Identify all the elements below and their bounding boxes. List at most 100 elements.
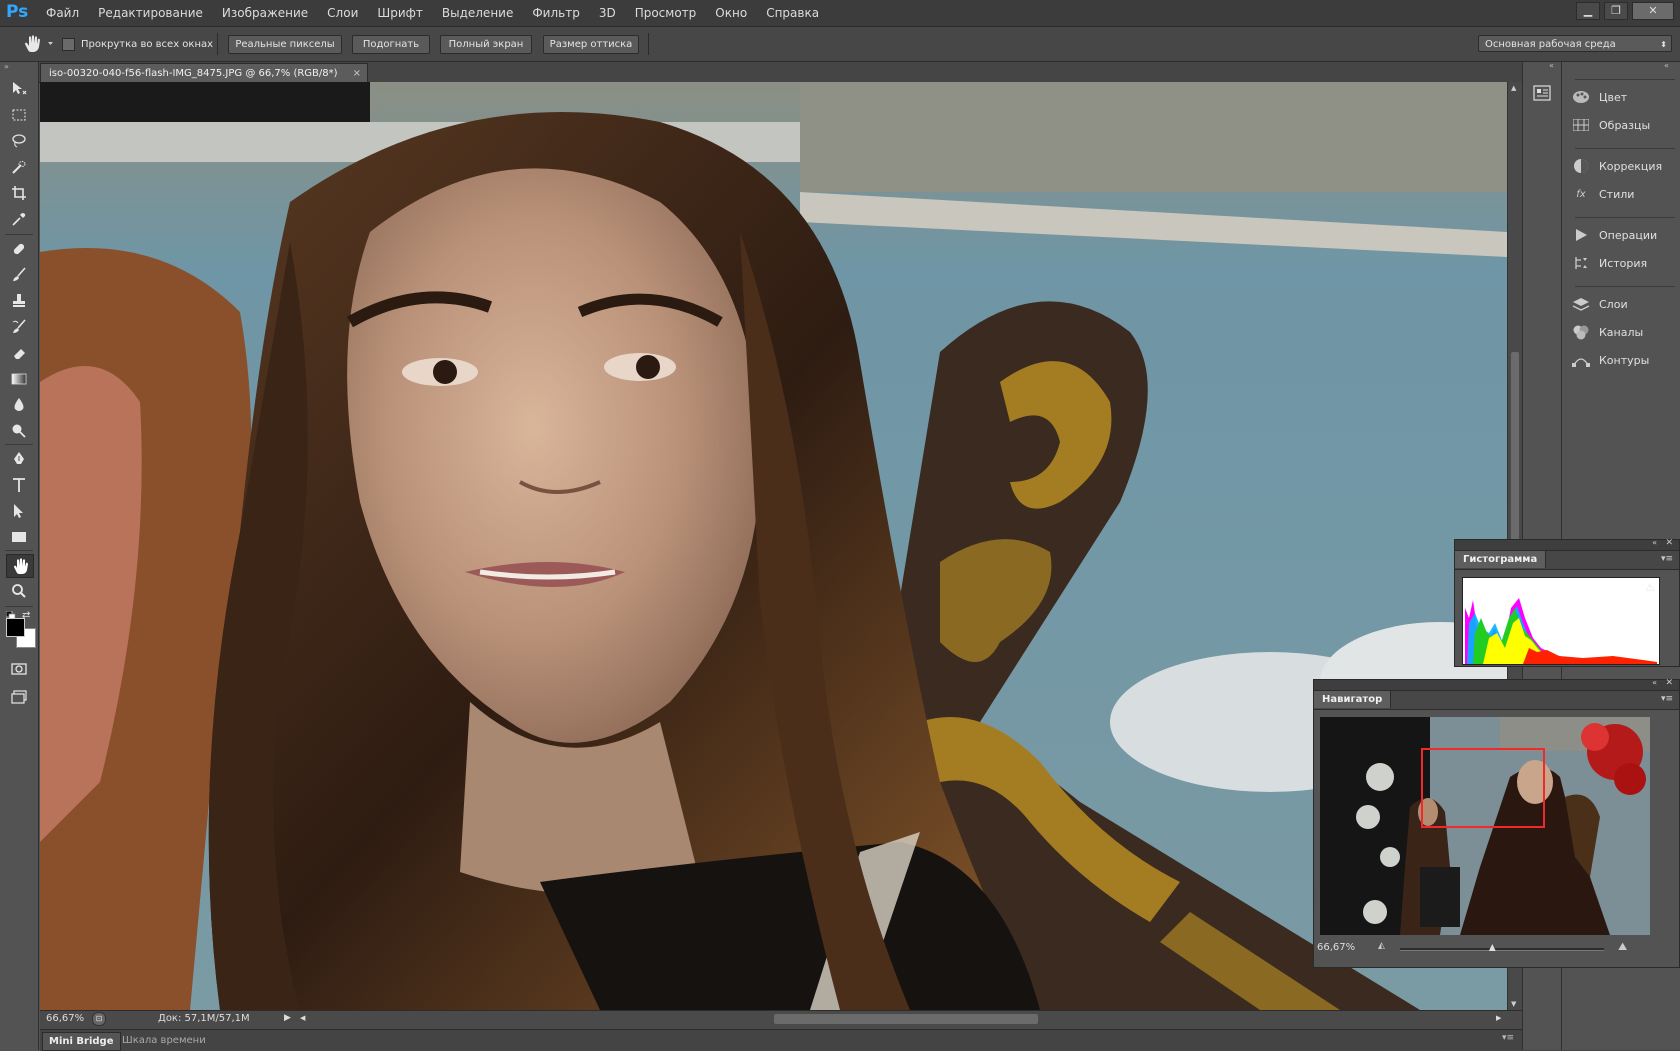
type-tool[interactable] [6,474,32,496]
dock-item-channels[interactable]: Каналы [1571,321,1679,343]
tab-timeline[interactable]: Шкала времени [116,1032,212,1049]
blur-tool[interactable] [6,394,32,416]
menu-3d[interactable]: 3D [599,6,616,20]
status-zoom[interactable]: 66,67% [46,1013,84,1024]
status-menu-arrow-icon[interactable]: ▶ [284,1013,291,1023]
navigator-thumbnail[interactable] [1320,717,1650,935]
brush-tool[interactable] [6,264,32,286]
status-doc-size: Док: 57,1M/57,1M [158,1013,250,1024]
tool-preset-picker[interactable] [20,33,56,55]
menu-filter[interactable]: Фильтр [532,6,579,20]
dock-item-color-label: Цвет [1599,90,1628,104]
dock-item-color[interactable]: Цвет [1571,86,1679,108]
status-info-icon[interactable]: ⊡ [92,1012,106,1026]
dock-item-layers[interactable]: Слои [1571,293,1679,315]
dock-item-styles[interactable]: fx Стили [1571,183,1679,205]
fit-screen-button[interactable]: Подогнать [352,35,430,54]
eraser-tool[interactable] [6,342,32,364]
scroll-up-icon[interactable]: ▲ [1511,84,1516,92]
scroll-down-icon[interactable]: ▼ [1511,1000,1516,1008]
expand-dock-icon[interactable]: « [1664,61,1669,70]
panel-menu-icon[interactable]: ▾≡ [1661,694,1673,704]
scroll-left-icon[interactable]: ◀ [300,1014,305,1022]
type-t-icon [13,478,25,492]
menu-window[interactable]: Окно [715,6,747,20]
histogram-panel-header[interactable]: « ✕ [1455,538,1679,551]
collapse-panel-icon[interactable]: « [1652,678,1657,687]
actual-pixels-button[interactable]: Реальные пикселы [228,35,342,54]
menu-file[interactable]: Файл [46,6,79,20]
select-arrows-icon: ⬍ [1660,40,1667,49]
dock-item-swatches[interactable]: Образцы [1571,114,1679,136]
panel-menu-icon[interactable]: ▾≡ [1502,1033,1514,1043]
close-window-button[interactable]: ✕ [1632,2,1674,20]
zoom-tool[interactable] [6,580,32,602]
healing-brush-tool[interactable] [6,238,32,260]
lasso-tool[interactable] [6,130,32,152]
zoom-slider-track[interactable] [1400,944,1604,951]
pen-tool[interactable] [6,448,32,470]
gradient-tool[interactable] [6,368,32,390]
dock-item-channels-label: Каналы [1599,325,1644,339]
dock-item-actions-label: Операции [1599,228,1658,242]
zoom-in-icon[interactable]: ⛰ [1618,940,1627,954]
dock-item-adjustments[interactable]: Коррекция [1571,155,1679,177]
tab-histogram[interactable]: Гистограмма [1455,551,1547,568]
move-tool[interactable] [6,78,32,100]
minimize-button[interactable]: ▁ [1576,2,1600,20]
gradient-icon [11,373,27,385]
navigator-view-box[interactable] [1421,748,1545,828]
dock-item-paths[interactable]: Контуры [1571,349,1679,371]
history-brush-tool[interactable] [6,316,32,338]
menu-type[interactable]: Шрифт [377,6,423,20]
tab-mini-bridge[interactable]: Mini Bridge [42,1032,121,1051]
workspace-select[interactable]: Основная рабочая среда ⬍ [1478,35,1672,52]
close-panel-icon[interactable]: ✕ [1665,678,1673,688]
fullscreen-button[interactable]: Полный экран [440,35,532,54]
quick-mask-button[interactable] [6,658,32,680]
rectangle-tool[interactable] [6,526,32,548]
menu-layers[interactable]: Слои [327,6,358,20]
crop-tool[interactable] [6,182,32,204]
navigator-panel-header[interactable]: « ✕ [1314,678,1679,691]
close-panel-icon[interactable]: ✕ [1665,538,1673,548]
zoom-out-icon[interactable]: ◭ [1378,941,1385,951]
scroll-all-windows-checkbox[interactable] [62,37,75,51]
dock-group-divider [1575,79,1675,80]
print-size-button[interactable]: Размер оттиска [543,35,639,54]
divider [5,606,33,607]
hand-tool[interactable] [6,554,34,578]
menu-edit[interactable]: Редактирование [98,6,203,20]
close-document-icon[interactable]: × [353,64,361,83]
navigator-zoom-value[interactable]: 66,67% [1317,942,1355,953]
dock-item-actions[interactable]: Операции [1571,224,1679,246]
collapse-tools-icon[interactable]: » [4,63,34,71]
marquee-tool[interactable] [6,104,32,126]
options-bar: Прокрутка во всех окнах Реальные пикселы… [0,27,1680,62]
dodge-tool[interactable] [6,420,32,442]
quick-selection-tool[interactable] [6,156,32,178]
collapse-panel-icon[interactable]: « [1652,538,1657,547]
screen-mode-button[interactable] [6,686,32,708]
eyedropper-tool[interactable] [6,208,32,230]
document-canvas[interactable] [40,82,1507,1010]
strip-panel-button[interactable] [1532,84,1552,102]
menu-select[interactable]: Выделение [442,6,513,20]
foreground-color-swatch[interactable] [6,618,25,637]
swatches-grid-icon [1571,117,1591,133]
scroll-right-icon[interactable]: ▶ [1496,1014,1501,1022]
menu-image[interactable]: Изображение [222,6,308,20]
menu-view[interactable]: Просмотр [635,6,697,20]
menu-help[interactable]: Справка [766,6,819,20]
horizontal-scroll-thumb[interactable] [774,1014,1038,1024]
tab-navigator[interactable]: Навигатор [1314,691,1392,708]
panel-menu-icon[interactable]: ▾≡ [1661,554,1673,564]
document-tab[interactable]: iso-00320-040-f56-flash-IMG_8475.JPG @ 6… [40,63,368,82]
dock-item-history[interactable]: История [1571,252,1679,274]
clone-stamp-tool[interactable] [6,290,32,312]
restore-button[interactable]: ❐ [1604,2,1628,20]
warning-icon[interactable]: ⚠ [1645,581,1655,594]
zoom-slider-thumb[interactable] [1488,944,1496,951]
path-selection-tool[interactable] [6,500,32,522]
expand-strip-icon[interactable]: « [1549,61,1554,70]
